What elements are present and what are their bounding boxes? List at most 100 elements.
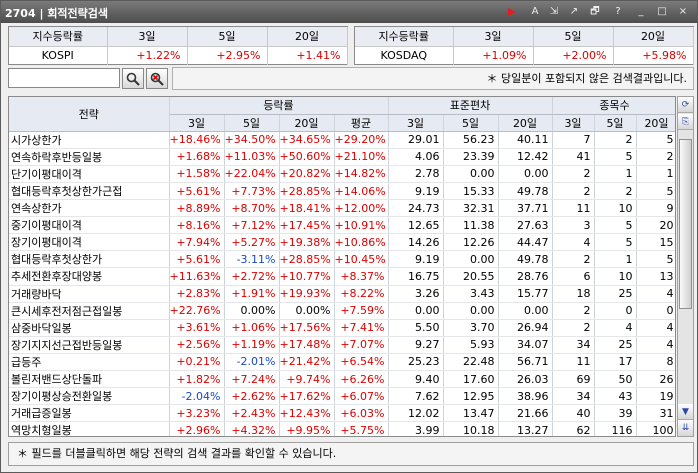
table-row[interactable]: 시가상한가 +18.46% +34.50% +34.65% +29.20% 29.01 56… bbox=[9, 131, 675, 149]
sub-header-col[interactable]: 20일 bbox=[279, 114, 335, 132]
stddev-cell[interactable]: 56.23 bbox=[443, 131, 499, 149]
stddev-cell[interactable]: 5.50 bbox=[388, 319, 444, 337]
stddev-cell[interactable]: 49.78 bbox=[498, 182, 553, 201]
table-row[interactable]: 연속상한가 +8.89% +8.70% +18.41% +12.00% 24.73 32.3… bbox=[9, 199, 675, 218]
return-cell[interactable]: +1.68% bbox=[169, 148, 225, 166]
return-cell[interactable]: +8.22% bbox=[334, 285, 389, 303]
search-button[interactable] bbox=[122, 68, 144, 89]
count-cell[interactable]: 8 bbox=[636, 353, 675, 372]
stddev-cell[interactable]: 9.19 bbox=[388, 182, 444, 201]
scroll-down-icon[interactable]: ▼ bbox=[678, 404, 693, 420]
stddev-cell[interactable]: 4.06 bbox=[388, 148, 444, 166]
stddev-cell[interactable]: 37.71 bbox=[498, 199, 553, 218]
stddev-cell[interactable]: 17.60 bbox=[443, 370, 499, 389]
return-cell[interactable]: +21.10% bbox=[334, 148, 389, 166]
count-cell[interactable]: 2 bbox=[552, 182, 595, 201]
count-cell[interactable]: 5 bbox=[636, 182, 675, 201]
return-cell[interactable]: +4.32% bbox=[224, 421, 280, 436]
count-cell[interactable]: 43 bbox=[594, 387, 637, 406]
sub-header-col[interactable]: 20일 bbox=[636, 114, 675, 132]
count-cell[interactable]: 39 bbox=[594, 404, 637, 423]
vertical-scrollbar[interactable]: ⟳ ⎘ ▼ ⇊ bbox=[677, 96, 694, 437]
return-cell[interactable]: +22.76% bbox=[169, 302, 225, 320]
return-cell[interactable]: +6.54% bbox=[334, 353, 389, 372]
return-cell[interactable]: +1.06% bbox=[224, 319, 280, 337]
count-cell[interactable]: 4 bbox=[594, 319, 637, 337]
sub-header-col[interactable]: 5일 bbox=[224, 114, 280, 132]
count-cell[interactable]: 41 bbox=[552, 148, 595, 166]
return-cell[interactable]: +17.45% bbox=[279, 216, 335, 235]
count-cell[interactable]: 10 bbox=[594, 267, 637, 286]
return-cell[interactable]: -3.11% bbox=[224, 250, 280, 269]
strategy-name-cell[interactable]: 단기이평대이격 bbox=[9, 165, 170, 183]
return-cell[interactable]: +7.59% bbox=[334, 302, 389, 320]
strategy-name-cell[interactable]: 연속상한가 bbox=[9, 199, 170, 218]
stddev-cell[interactable]: 24.73 bbox=[388, 199, 444, 218]
strategy-name-cell[interactable]: 역망치형일봉 bbox=[9, 421, 170, 436]
count-cell[interactable]: 4 bbox=[552, 233, 595, 252]
strategy-name-cell[interactable]: 볼린저밴드상단돌파 bbox=[9, 370, 170, 389]
stddev-cell[interactable]: 49.78 bbox=[498, 250, 553, 269]
stddev-cell[interactable]: 44.47 bbox=[498, 233, 553, 252]
strategy-name-cell[interactable]: 삼중바닥일봉 bbox=[9, 319, 170, 337]
stddev-cell[interactable]: 7.62 bbox=[388, 387, 444, 406]
stddev-cell[interactable]: 56.71 bbox=[498, 353, 553, 372]
stddev-cell[interactable]: 0.00 bbox=[498, 302, 553, 320]
table-row[interactable]: 장기지지선근접반등일봉 +2.56% +1.19% +17.48% +7.07% 9.27… bbox=[9, 336, 675, 354]
stddev-cell[interactable]: 11.38 bbox=[443, 216, 499, 235]
font-icon[interactable]: A bbox=[528, 5, 542, 19]
count-cell[interactable]: 1 bbox=[594, 165, 637, 183]
return-cell[interactable]: +2.96% bbox=[169, 421, 225, 436]
minimize-icon[interactable]: _ bbox=[634, 5, 648, 19]
return-cell[interactable]: +7.73% bbox=[224, 182, 280, 201]
table-row[interactable]: 급등주 +0.21% -2.01% +21.42% +6.54% 25.23 22.48 56… bbox=[9, 353, 675, 372]
stddev-cell[interactable]: 16.75 bbox=[388, 267, 444, 286]
count-cell[interactable]: 2 bbox=[552, 302, 595, 320]
count-cell[interactable]: 4 bbox=[636, 336, 675, 354]
return-cell[interactable]: +9.95% bbox=[279, 421, 335, 436]
return-cell[interactable]: +10.91% bbox=[334, 216, 389, 235]
table-row[interactable]: 큰시세후전저점근접일봉 +22.76% 0.00% 0.00% +7.59% 0.00 0.… bbox=[9, 302, 675, 320]
count-cell[interactable]: 15 bbox=[636, 233, 675, 252]
return-cell[interactable]: +8.16% bbox=[169, 216, 225, 235]
close-icon[interactable]: × bbox=[676, 5, 690, 19]
return-cell[interactable]: +1.58% bbox=[169, 165, 225, 183]
stddev-cell[interactable]: 9.40 bbox=[388, 370, 444, 389]
strategy-name-cell[interactable]: 중기이평대이격 bbox=[9, 216, 170, 235]
table-row[interactable]: 거래급증일봉 +3.23% +2.43% +12.43% +6.03% 12.02 13.4… bbox=[9, 404, 675, 423]
stddev-cell[interactable]: 22.48 bbox=[443, 353, 499, 372]
return-cell[interactable]: +22.04% bbox=[224, 165, 280, 183]
return-cell[interactable]: +2.43% bbox=[224, 404, 280, 423]
count-cell[interactable]: 9 bbox=[636, 199, 675, 218]
count-cell[interactable]: 5 bbox=[594, 148, 637, 166]
return-cell[interactable]: +11.03% bbox=[224, 148, 280, 166]
return-cell[interactable]: +17.48% bbox=[279, 336, 335, 354]
stddev-cell[interactable]: 2.78 bbox=[388, 165, 444, 183]
stddev-cell[interactable]: 12.42 bbox=[498, 148, 553, 166]
table-row[interactable]: 중기이평대이격 +8.16% +7.12% +17.45% +10.91% 12.65 11… bbox=[9, 216, 675, 235]
stddev-cell[interactable]: 0.00 bbox=[388, 302, 444, 320]
refresh-icon[interactable]: ⟳ bbox=[678, 97, 693, 113]
count-cell[interactable]: 7 bbox=[552, 131, 595, 149]
stddev-cell[interactable]: 20.55 bbox=[443, 267, 499, 286]
table-row[interactable]: 삼중바닥일봉 +3.61% +1.06% +17.56% +7.41% 5.50 3.70 2… bbox=[9, 319, 675, 337]
return-cell[interactable]: +5.61% bbox=[169, 250, 225, 269]
stddev-cell[interactable]: 15.33 bbox=[443, 182, 499, 201]
return-cell[interactable]: +28.85% bbox=[279, 250, 335, 269]
return-cell[interactable]: +29.20% bbox=[334, 131, 389, 149]
count-cell[interactable]: 5 bbox=[594, 216, 637, 235]
count-cell[interactable]: 10 bbox=[594, 199, 637, 218]
strategy-name-cell[interactable]: 거래급증일봉 bbox=[9, 404, 170, 423]
stddev-cell[interactable]: 15.77 bbox=[498, 285, 553, 303]
return-cell[interactable]: +8.37% bbox=[334, 267, 389, 286]
return-cell[interactable]: +5.61% bbox=[169, 182, 225, 201]
count-cell[interactable]: 34 bbox=[552, 387, 595, 406]
stddev-cell[interactable]: 9.19 bbox=[388, 250, 444, 269]
strategy-name-cell[interactable]: 협대등락후첫상한가근접 bbox=[9, 182, 170, 201]
return-cell[interactable]: +10.77% bbox=[279, 267, 335, 286]
return-cell[interactable]: +12.00% bbox=[334, 199, 389, 218]
stddev-cell[interactable]: 23.39 bbox=[443, 148, 499, 166]
count-cell[interactable]: 2 bbox=[552, 250, 595, 269]
count-cell[interactable]: 31 bbox=[636, 404, 675, 423]
count-cell[interactable]: 1 bbox=[636, 165, 675, 183]
